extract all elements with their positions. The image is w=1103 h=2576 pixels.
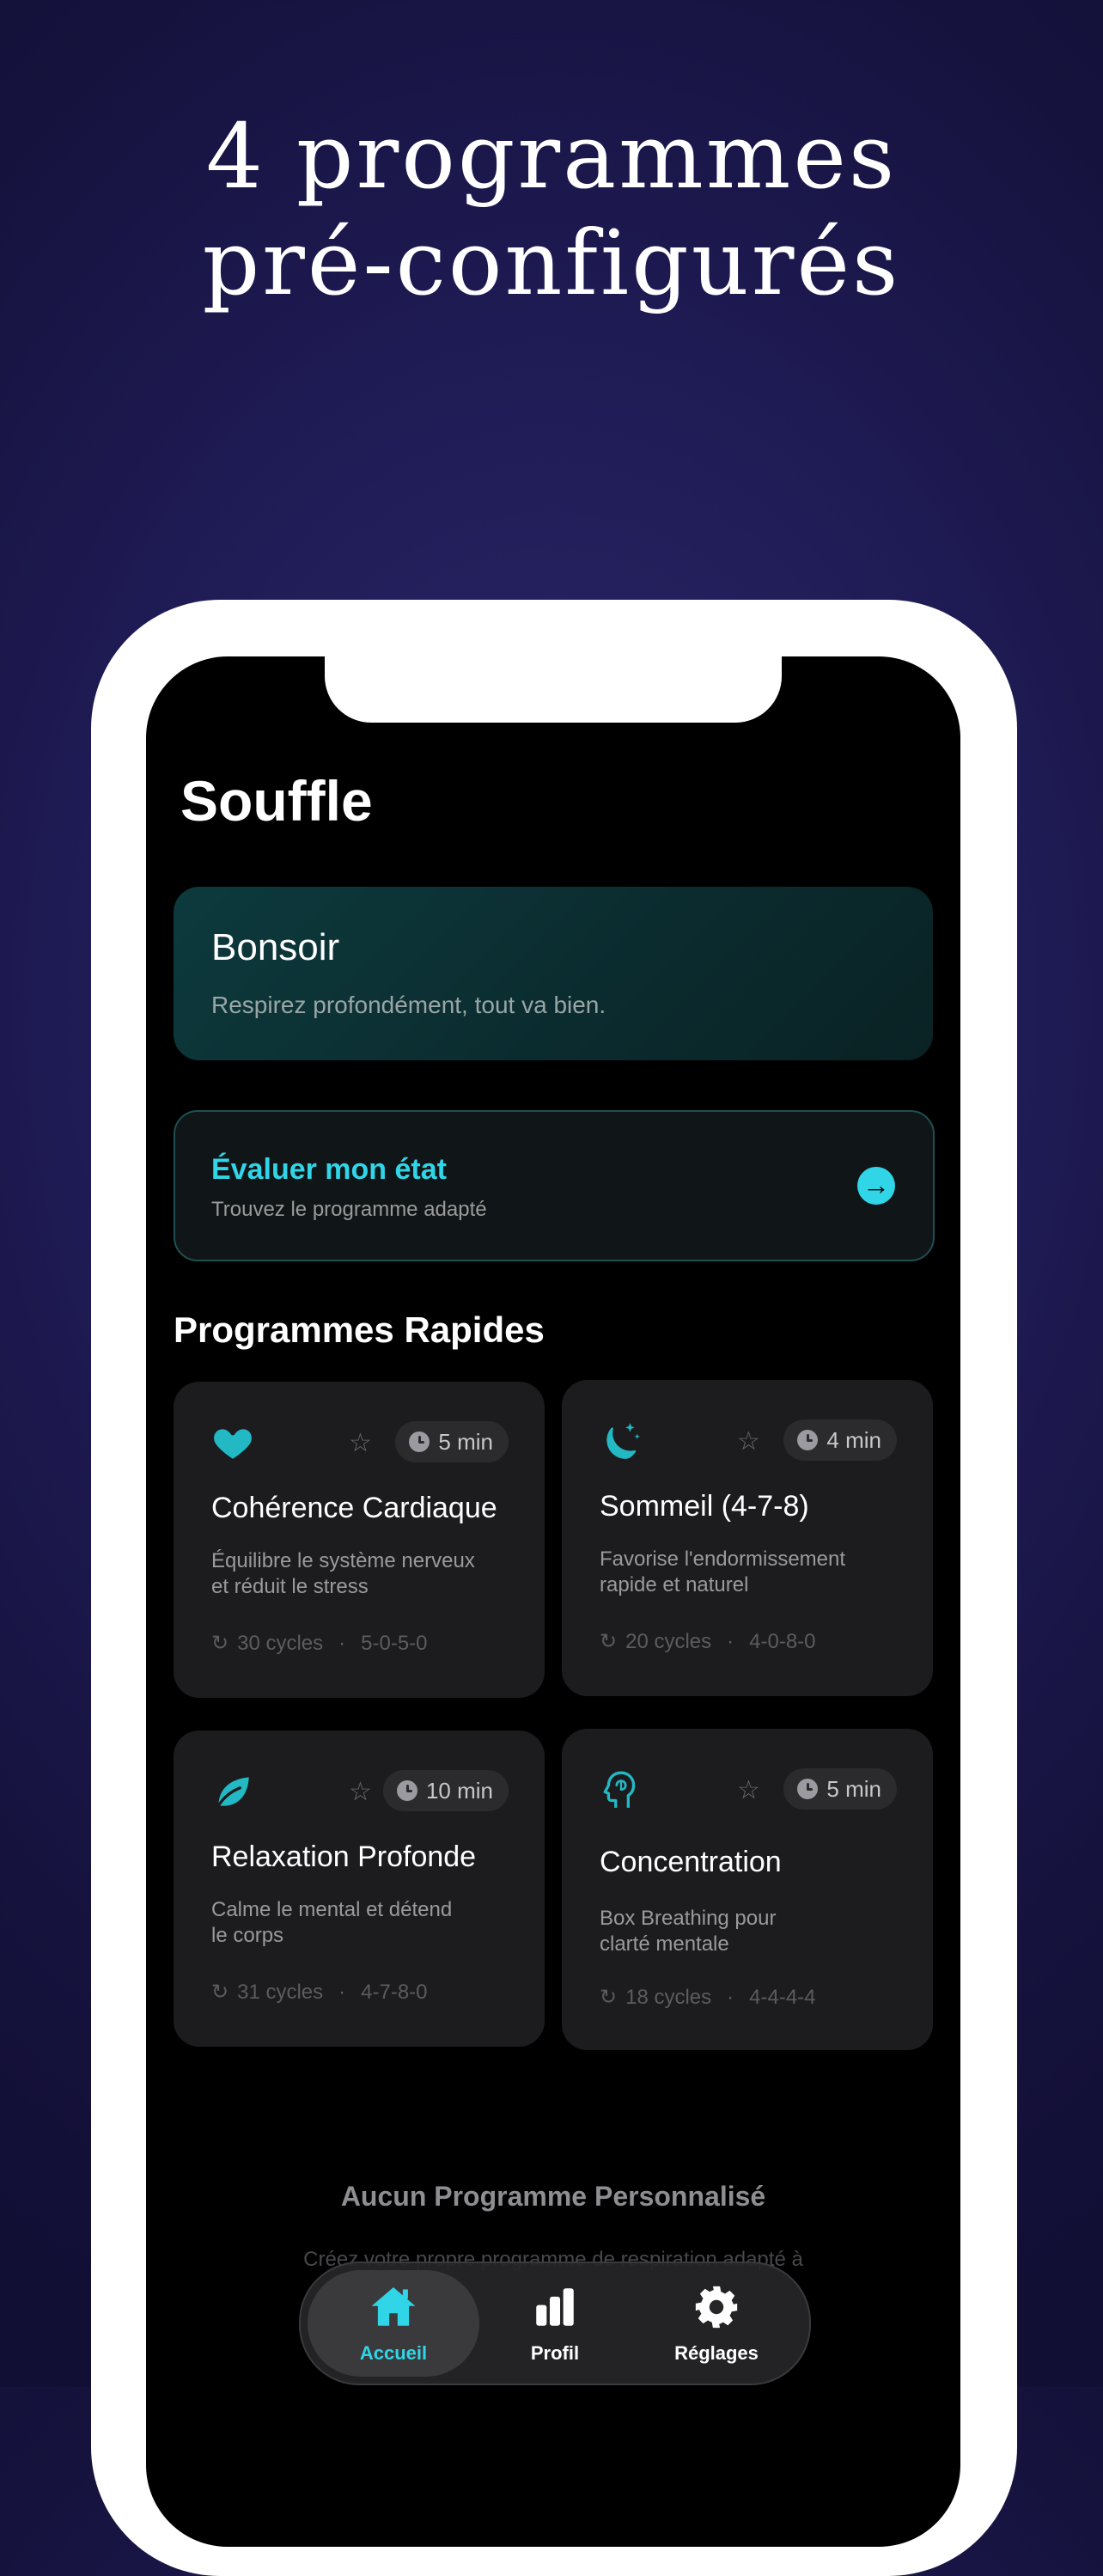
pattern-label: 4-0-8-0	[749, 1629, 816, 1653]
pattern-label: 5-0-5-0	[361, 1631, 428, 1655]
greeting-subtitle: Respirez profondément, tout va bien.	[211, 992, 606, 1018]
headline: 4 programmes pré-configurés	[0, 103, 1103, 316]
program-description: Box Breathing pour clarté mentale	[600, 1906, 892, 1957]
tab-label: Profil	[530, 2342, 580, 2364]
tab-reglages[interactable]: Réglages	[631, 2270, 802, 2377]
clock-icon	[409, 1431, 430, 1452]
description-line: le corps	[211, 1924, 284, 1947]
greeting-title: Bonsoir	[211, 926, 340, 968]
phone-screen: Souffle Bonsoir Respirez profondément, t…	[146, 656, 960, 2547]
moon-stars-icon	[606, 1423, 640, 1459]
favorite-star-icon[interactable]: ☆	[737, 1426, 760, 1457]
program-title: Cohérence Cardiaque	[211, 1492, 497, 1524]
clock-icon	[396, 1780, 417, 1801]
favorite-star-icon[interactable]: ☆	[349, 1428, 372, 1459]
program-meta: ↻ 18 cycles · 4-4-4-4	[600, 1985, 816, 2010]
cycles-label: 31 cycles	[237, 1980, 324, 2004]
description-line: Calme le mental et détend	[211, 1898, 453, 1921]
clock-icon	[797, 1430, 819, 1450]
separator-dot: ·	[727, 1985, 734, 2009]
house-icon	[371, 2287, 416, 2326]
duration-badge: 5 min	[395, 1421, 509, 1462]
program-description: Favorise l'endormissement rapide et natu…	[600, 1547, 892, 1598]
description-line: et réduit le stress	[211, 1575, 369, 1598]
evaluate-title: Évaluer mon état	[211, 1153, 447, 1186]
favorite-star-icon[interactable]: ☆	[737, 1775, 760, 1806]
pattern-label: 4-7-8-0	[361, 1980, 428, 2004]
leaf-icon	[216, 1777, 249, 1808]
program-description: Équilibre le système nerveux et réduit l…	[211, 1548, 503, 1600]
repeat-icon: ↻	[211, 1981, 229, 2004]
separator-dot: ·	[727, 1629, 734, 1653]
program-card-sommeil[interactable]: ☆ 4 min Sommeil (4-7-8) Favorise l'endor…	[562, 1380, 933, 1696]
program-card-relaxation[interactable]: ☆ 10 min Relaxation Profonde Calme le me…	[174, 1731, 545, 2047]
tab-bar: Accueil Profil Réglages	[299, 2262, 811, 2385]
duration-label: 5 min	[438, 1429, 493, 1455]
empty-state-title: Aucun Programme Personnalisé	[340, 2181, 766, 2212]
program-meta: ↻ 31 cycles · 4-7-8-0	[211, 1980, 428, 2005]
tab-label: Accueil	[359, 2342, 428, 2364]
program-card-coherence[interactable]: ☆ 5 min Cohérence Cardiaque Équilibre le…	[174, 1382, 545, 1698]
cycles-label: 30 cycles	[237, 1631, 324, 1655]
description-line: clarté mentale	[600, 1932, 729, 1956]
cycles-label: 20 cycles	[625, 1629, 712, 1653]
headline-line-2: pré-configurés	[202, 211, 901, 315]
repeat-icon: ↻	[600, 1986, 618, 2009]
brain-head-icon	[603, 1771, 636, 1808]
separator-dot: ·	[338, 1980, 346, 2004]
description-line: Favorise l'endormissement	[600, 1547, 846, 1571]
pattern-label: 4-4-4-4	[749, 1985, 816, 2009]
program-description: Calme le mental et détend le corps	[211, 1897, 503, 1949]
evaluate-subtitle: Trouvez le programme adapté	[211, 1198, 487, 1221]
phone-notch	[325, 656, 782, 723]
app-title: Souffle	[180, 769, 373, 833]
tab-profil[interactable]: Profil	[469, 2270, 641, 2377]
repeat-icon: ↻	[211, 1632, 229, 1655]
duration-label: 4 min	[826, 1427, 881, 1453]
description-line: rapide et naturel	[600, 1573, 749, 1596]
separator-dot: ·	[338, 1631, 346, 1655]
program-title: Concentration	[600, 1846, 782, 1878]
program-meta: ↻ 30 cycles · 5-0-5-0	[211, 1631, 428, 1656]
description-line: Équilibre le système nerveux	[211, 1549, 475, 1572]
tab-accueil[interactable]: Accueil	[308, 2270, 479, 2377]
program-title: Relaxation Profonde	[211, 1840, 477, 1873]
bar-chart-icon	[536, 2288, 574, 2326]
favorite-star-icon[interactable]: ☆	[349, 1777, 372, 1808]
duration-badge: 4 min	[783, 1419, 897, 1461]
greeting-card: Bonsoir Respirez profondément, tout va b…	[174, 887, 933, 1060]
cycles-label: 18 cycles	[625, 1985, 712, 2009]
headline-line-1: 4 programmes	[205, 104, 898, 209]
description-line: Box Breathing pour	[600, 1907, 777, 1930]
gear-icon	[695, 2286, 738, 2329]
duration-badge: 10 min	[382, 1770, 509, 1811]
section-title: Programmes Rapides	[174, 1309, 545, 1350]
program-card-concentration[interactable]: ☆ 5 min Concentration Box Breathing pour…	[562, 1729, 933, 2050]
tab-label: Réglages	[674, 2342, 759, 2364]
clock-icon	[797, 1779, 819, 1799]
duration-label: 5 min	[826, 1776, 881, 1802]
repeat-icon: ↻	[600, 1630, 618, 1653]
duration-badge: 5 min	[783, 1768, 897, 1810]
arrow-right-icon: →	[857, 1167, 895, 1205]
program-meta: ↻ 20 cycles · 4-0-8-0	[600, 1629, 816, 1654]
heart-icon	[214, 1429, 252, 1459]
evaluate-state-button[interactable]: Évaluer mon état Trouvez le programme ad…	[174, 1110, 935, 1261]
duration-label: 10 min	[425, 1778, 493, 1804]
program-title: Sommeil (4-7-8)	[600, 1490, 809, 1523]
